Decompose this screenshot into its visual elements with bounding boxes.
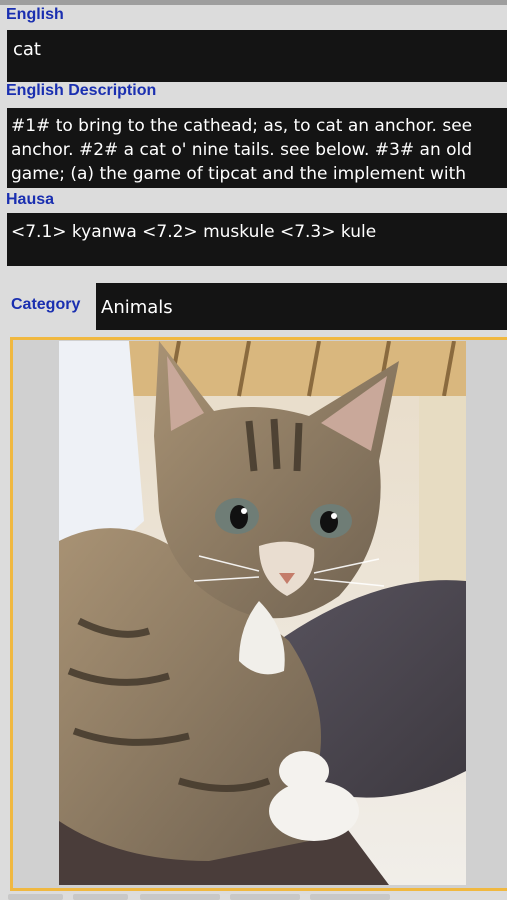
english-description-label: English Description — [6, 82, 157, 99]
hausa-translation-field[interactable]: <7.1> kyanwa <7.2> muskule <7.3> kule — [7, 213, 507, 266]
english-word-field[interactable]: cat — [7, 30, 507, 82]
hausa-label: Hausa — [6, 191, 55, 208]
category-field[interactable]: Animals — [96, 283, 507, 330]
category-label: Category — [11, 296, 81, 313]
bottom-tab-strip — [8, 894, 390, 900]
kitten-photo[interactable] — [59, 341, 466, 885]
english-label: English — [6, 6, 64, 23]
english-description-field[interactable]: #1# to bring to the cathead; as, to cat … — [7, 108, 507, 188]
status-strip — [0, 0, 507, 5]
